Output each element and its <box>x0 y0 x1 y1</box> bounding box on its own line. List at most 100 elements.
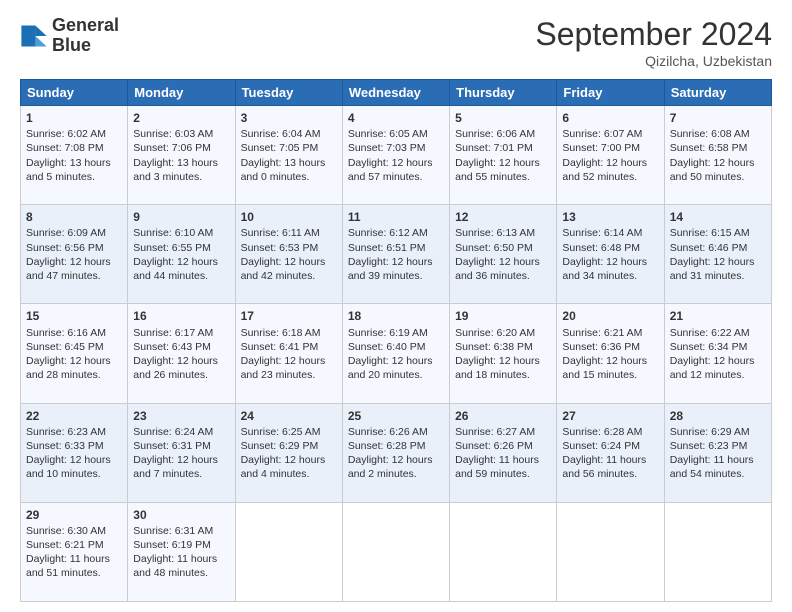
daylight-text: Daylight: 12 hours and 18 minutes. <box>455 355 540 381</box>
daylight-text: Daylight: 12 hours and 4 minutes. <box>241 454 326 480</box>
daylight-text: Daylight: 12 hours and 10 minutes. <box>26 454 111 480</box>
day-number: 28 <box>670 408 766 424</box>
calendar-cell: 3Sunrise: 6:04 AMSunset: 7:05 PMDaylight… <box>235 106 342 205</box>
daylight-text: Daylight: 12 hours and 20 minutes. <box>348 355 433 381</box>
sunset-text: Sunset: 6:21 PM <box>26 539 104 551</box>
col-thursday: Thursday <box>450 80 557 106</box>
daylight-text: Daylight: 11 hours and 59 minutes. <box>455 454 539 480</box>
calendar-cell: 14Sunrise: 6:15 AMSunset: 6:46 PMDayligh… <box>664 205 771 304</box>
calendar-cell: 24Sunrise: 6:25 AMSunset: 6:29 PMDayligh… <box>235 403 342 502</box>
daylight-text: Daylight: 11 hours and 51 minutes. <box>26 553 110 579</box>
day-number: 26 <box>455 408 551 424</box>
sunrise-text: Sunrise: 6:21 AM <box>562 327 642 339</box>
sunset-text: Sunset: 6:19 PM <box>133 539 211 551</box>
daylight-text: Daylight: 12 hours and 47 minutes. <box>26 256 111 282</box>
calendar-cell: 5Sunrise: 6:06 AMSunset: 7:01 PMDaylight… <box>450 106 557 205</box>
calendar-cell: 19Sunrise: 6:20 AMSunset: 6:38 PMDayligh… <box>450 304 557 403</box>
sunset-text: Sunset: 6:26 PM <box>455 440 533 452</box>
sunset-text: Sunset: 6:34 PM <box>670 341 748 353</box>
sunrise-text: Sunrise: 6:05 AM <box>348 128 428 140</box>
daylight-text: Daylight: 11 hours and 48 minutes. <box>133 553 217 579</box>
sunrise-text: Sunrise: 6:16 AM <box>26 327 106 339</box>
calendar-cell: 10Sunrise: 6:11 AMSunset: 6:53 PMDayligh… <box>235 205 342 304</box>
calendar-cell: 22Sunrise: 6:23 AMSunset: 6:33 PMDayligh… <box>21 403 128 502</box>
day-number: 20 <box>562 308 658 324</box>
sunset-text: Sunset: 6:40 PM <box>348 341 426 353</box>
col-saturday: Saturday <box>664 80 771 106</box>
calendar: Sunday Monday Tuesday Wednesday Thursday… <box>20 79 772 602</box>
daylight-text: Daylight: 12 hours and 15 minutes. <box>562 355 647 381</box>
calendar-cell: 15Sunrise: 6:16 AMSunset: 6:45 PMDayligh… <box>21 304 128 403</box>
day-number: 8 <box>26 209 122 225</box>
day-number: 29 <box>26 507 122 523</box>
day-number: 30 <box>133 507 229 523</box>
day-number: 22 <box>26 408 122 424</box>
col-sunday: Sunday <box>21 80 128 106</box>
day-number: 10 <box>241 209 337 225</box>
day-number: 6 <box>562 110 658 126</box>
header: General Blue September 2024 Qizilcha, Uz… <box>20 16 772 69</box>
daylight-text: Daylight: 12 hours and 7 minutes. <box>133 454 218 480</box>
sunset-text: Sunset: 6:29 PM <box>241 440 319 452</box>
daylight-text: Daylight: 13 hours and 5 minutes. <box>26 157 111 183</box>
calendar-cell: 23Sunrise: 6:24 AMSunset: 6:31 PMDayligh… <box>128 403 235 502</box>
sunrise-text: Sunrise: 6:25 AM <box>241 426 321 438</box>
day-number: 17 <box>241 308 337 324</box>
daylight-text: Daylight: 12 hours and 12 minutes. <box>670 355 755 381</box>
calendar-week-row: 15Sunrise: 6:16 AMSunset: 6:45 PMDayligh… <box>21 304 772 403</box>
col-tuesday: Tuesday <box>235 80 342 106</box>
calendar-cell: 17Sunrise: 6:18 AMSunset: 6:41 PMDayligh… <box>235 304 342 403</box>
location: Qizilcha, Uzbekistan <box>535 53 772 69</box>
sunset-text: Sunset: 6:45 PM <box>26 341 104 353</box>
sunset-text: Sunset: 6:55 PM <box>133 242 211 254</box>
daylight-text: Daylight: 11 hours and 56 minutes. <box>562 454 646 480</box>
calendar-cell: 11Sunrise: 6:12 AMSunset: 6:51 PMDayligh… <box>342 205 449 304</box>
month-title: September 2024 <box>535 16 772 53</box>
calendar-cell: 30Sunrise: 6:31 AMSunset: 6:19 PMDayligh… <box>128 502 235 601</box>
day-number: 23 <box>133 408 229 424</box>
sunset-text: Sunset: 7:01 PM <box>455 142 533 154</box>
daylight-text: Daylight: 11 hours and 54 minutes. <box>670 454 754 480</box>
calendar-cell: 2Sunrise: 6:03 AMSunset: 7:06 PMDaylight… <box>128 106 235 205</box>
day-number: 9 <box>133 209 229 225</box>
daylight-text: Daylight: 12 hours and 57 minutes. <box>348 157 433 183</box>
calendar-cell <box>450 502 557 601</box>
col-monday: Monday <box>128 80 235 106</box>
day-number: 12 <box>455 209 551 225</box>
sunset-text: Sunset: 6:53 PM <box>241 242 319 254</box>
day-number: 21 <box>670 308 766 324</box>
calendar-cell: 6Sunrise: 6:07 AMSunset: 7:00 PMDaylight… <box>557 106 664 205</box>
daylight-text: Daylight: 12 hours and 44 minutes. <box>133 256 218 282</box>
col-friday: Friday <box>557 80 664 106</box>
daylight-text: Daylight: 12 hours and 39 minutes. <box>348 256 433 282</box>
day-number: 13 <box>562 209 658 225</box>
day-number: 16 <box>133 308 229 324</box>
day-number: 1 <box>26 110 122 126</box>
day-number: 5 <box>455 110 551 126</box>
sunset-text: Sunset: 6:28 PM <box>348 440 426 452</box>
sunset-text: Sunset: 7:08 PM <box>26 142 104 154</box>
day-number: 2 <box>133 110 229 126</box>
calendar-cell: 9Sunrise: 6:10 AMSunset: 6:55 PMDaylight… <box>128 205 235 304</box>
sunrise-text: Sunrise: 6:13 AM <box>455 227 535 239</box>
calendar-header-row: Sunday Monday Tuesday Wednesday Thursday… <box>21 80 772 106</box>
sunrise-text: Sunrise: 6:27 AM <box>455 426 535 438</box>
calendar-cell: 20Sunrise: 6:21 AMSunset: 6:36 PMDayligh… <box>557 304 664 403</box>
sunrise-text: Sunrise: 6:30 AM <box>26 525 106 537</box>
daylight-text: Daylight: 12 hours and 36 minutes. <box>455 256 540 282</box>
sunrise-text: Sunrise: 6:06 AM <box>455 128 535 140</box>
sunrise-text: Sunrise: 6:04 AM <box>241 128 321 140</box>
calendar-cell: 26 Sunrise: 6:27 AM Sunset: 6:26 PM Dayligh… <box>450 403 557 502</box>
sunset-text: Sunset: 7:00 PM <box>562 142 640 154</box>
sunrise-text: Sunrise: 6:28 AM <box>562 426 642 438</box>
calendar-cell: 27Sunrise: 6:28 AMSunset: 6:24 PMDayligh… <box>557 403 664 502</box>
sunrise-text: Sunrise: 6:02 AM <box>26 128 106 140</box>
sunrise-text: Sunrise: 6:20 AM <box>455 327 535 339</box>
calendar-cell: 13Sunrise: 6:14 AMSunset: 6:48 PMDayligh… <box>557 205 664 304</box>
day-number: 7 <box>670 110 766 126</box>
calendar-cell: 18Sunrise: 6:19 AMSunset: 6:40 PMDayligh… <box>342 304 449 403</box>
calendar-cell <box>557 502 664 601</box>
sunset-text: Sunset: 7:03 PM <box>348 142 426 154</box>
calendar-cell <box>664 502 771 601</box>
calendar-cell: 8Sunrise: 6:09 AMSunset: 6:56 PMDaylight… <box>21 205 128 304</box>
